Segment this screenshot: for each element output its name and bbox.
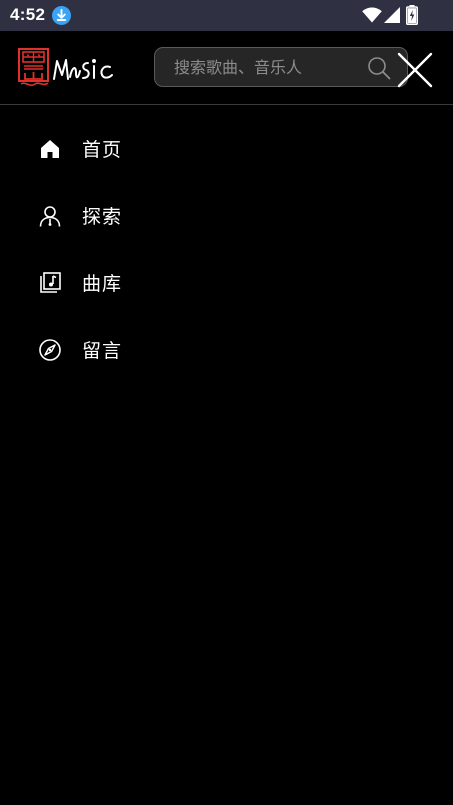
battery-charging-icon <box>406 5 418 25</box>
signal-icon <box>384 7 400 23</box>
search-icon[interactable] <box>367 56 391 80</box>
logo-seal-icon <box>18 48 49 87</box>
close-icon[interactable] <box>396 51 434 89</box>
status-bar: 4:52 <box>0 0 453 31</box>
menu-item-label: 探索 <box>82 206 123 228</box>
app-header <box>0 31 453 105</box>
music-library-icon <box>40 271 61 293</box>
search-input[interactable] <box>155 48 365 86</box>
menu-item-label: 曲库 <box>82 273 123 295</box>
wifi-icon <box>362 7 382 23</box>
download-icon <box>52 6 71 25</box>
menu-item-home[interactable]: 首页 <box>0 115 453 182</box>
status-time: 4:52 <box>10 5 46 24</box>
menu-item-label: 首页 <box>82 139 123 161</box>
logo-brand-icon <box>53 59 113 80</box>
side-menu: 首页 探索 曲库 留言 <box>0 115 453 383</box>
person-icon <box>39 205 61 227</box>
home-icon <box>41 139 59 158</box>
search-box[interactable] <box>154 47 408 87</box>
side-menu-screen: 4:52 搜索歌曲、音乐人 首页 探索 曲库 留言 <box>0 0 453 805</box>
menu-item-label: 留言 <box>82 340 123 362</box>
menu-item-messages[interactable]: 留言 <box>0 316 453 383</box>
menu-item-explore[interactable]: 探索 <box>0 182 453 249</box>
menu-item-library[interactable]: 曲库 <box>0 249 453 316</box>
compass-icon <box>39 338 61 361</box>
